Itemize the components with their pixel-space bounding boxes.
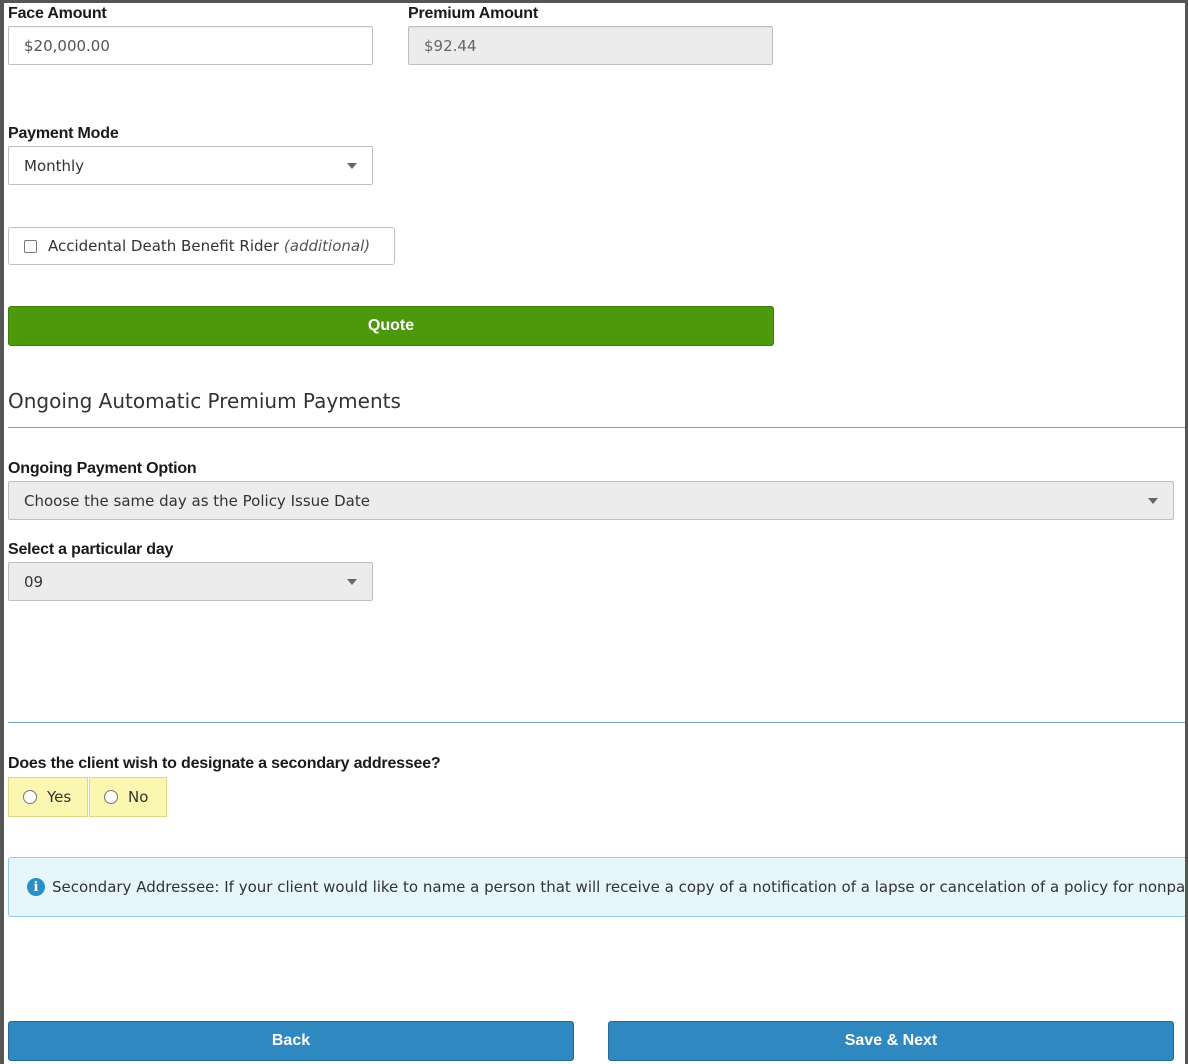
premium-amount-label: Premium Amount (408, 5, 538, 22)
particular-day-label: Select a particular day (8, 541, 174, 558)
particular-day-select[interactable]: 09 (8, 562, 373, 601)
radio-option-no[interactable]: No (89, 777, 167, 817)
ongoing-payment-select[interactable]: Choose the same day as the Policy Issue … (8, 481, 1174, 520)
secondary-addressee-question: Does the client wish to designate a seco… (8, 755, 441, 772)
premium-amount-field: $92.44 (408, 26, 773, 65)
rider-checkbox[interactable] (24, 239, 37, 253)
quote-button[interactable]: Quote (8, 306, 774, 346)
yes-radio[interactable] (23, 790, 37, 804)
face-amount-input[interactable]: $20,000.00 (8, 26, 373, 65)
rider-label: Accidental Death Benefit Rider (48, 237, 279, 255)
save-next-button[interactable]: Save & Next (608, 1021, 1174, 1061)
accidental-death-rider-option[interactable]: Accidental Death Benefit Rider (addition… (8, 227, 395, 265)
section-title: Ongoing Automatic Premium Payments (8, 389, 401, 413)
rider-note: (additional) (283, 237, 371, 255)
no-radio[interactable] (104, 790, 118, 804)
back-button[interactable]: Back (8, 1021, 574, 1061)
section-divider (8, 427, 1185, 428)
ongoing-payment-label: Ongoing Payment Option (8, 460, 197, 477)
face-amount-label: Face Amount (8, 5, 107, 22)
chevron-down-icon (347, 162, 357, 169)
radio-option-yes[interactable]: Yes (8, 777, 88, 817)
payment-mode-label: Payment Mode (8, 125, 119, 142)
secondary-addressee-info: i Secondary Addressee: If your client wo… (8, 857, 1185, 917)
chevron-down-icon (1148, 497, 1158, 504)
info-text: Secondary Addressee: If your client woul… (52, 878, 1185, 896)
info-icon: i (27, 878, 45, 896)
no-label: No (128, 788, 149, 806)
section-divider-2 (8, 722, 1185, 723)
yes-label: Yes (47, 788, 72, 806)
payment-mode-value: Monthly (24, 156, 85, 175)
chevron-down-icon (347, 578, 357, 585)
payment-mode-select[interactable]: Monthly (8, 146, 373, 185)
particular-day-value: 09 (24, 572, 44, 591)
ongoing-payment-value: Choose the same day as the Policy Issue … (24, 491, 370, 510)
